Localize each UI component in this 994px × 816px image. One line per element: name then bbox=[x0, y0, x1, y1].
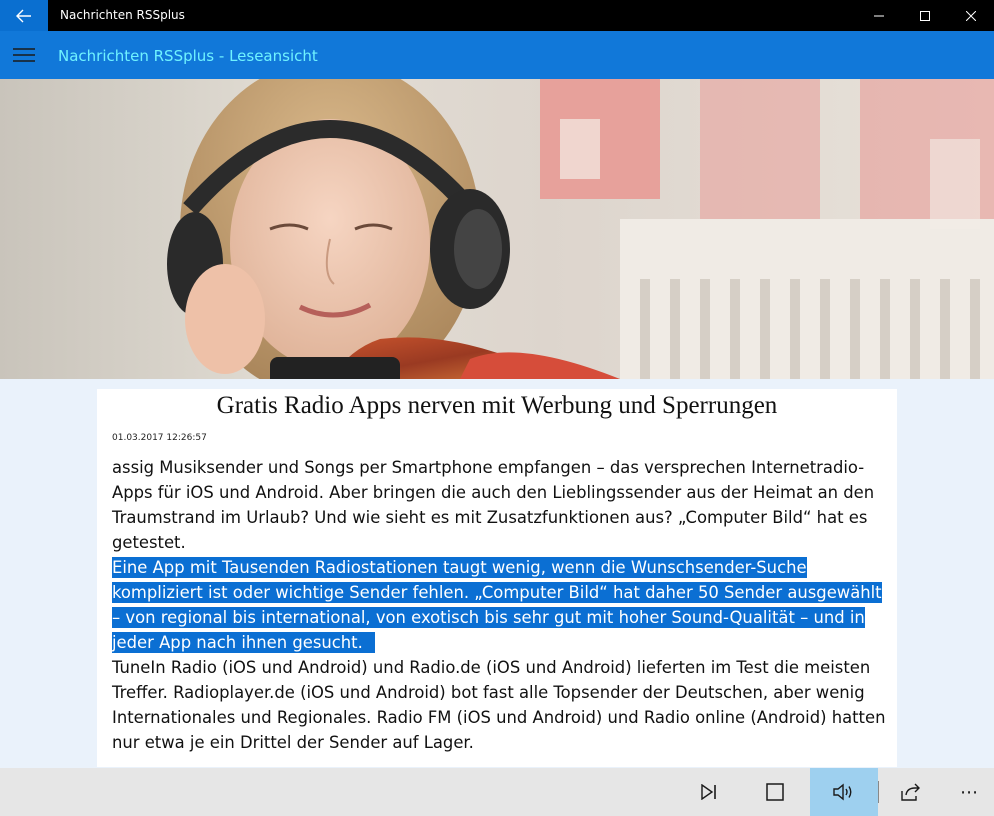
app-header: Nachrichten RSSplus - Leseansicht bbox=[0, 31, 994, 79]
article-date: 01.03.2017 12:26:57 bbox=[112, 433, 207, 443]
hamburger-icon bbox=[13, 48, 35, 62]
share-button[interactable] bbox=[888, 768, 934, 816]
maximize-icon bbox=[920, 10, 930, 21]
article-paragraph-3: TuneIn Radio (iOS und Android) und Radio… bbox=[112, 658, 886, 752]
more-icon: ⋯ bbox=[960, 781, 978, 803]
minimize-button[interactable] bbox=[856, 0, 902, 31]
next-article-button[interactable] bbox=[686, 768, 732, 816]
arrow-left-icon bbox=[16, 9, 31, 22]
article-hero-image bbox=[0, 79, 994, 379]
stop-button[interactable] bbox=[752, 768, 798, 816]
stop-icon bbox=[766, 783, 784, 801]
command-bar-separator bbox=[878, 781, 879, 803]
app-title: Nachrichten RSSplus bbox=[60, 8, 185, 22]
close-button[interactable] bbox=[948, 0, 994, 31]
article-paragraph-selected[interactable]: Eine App mit Tausenden Radiostationen ta… bbox=[112, 557, 882, 653]
share-icon bbox=[901, 783, 920, 801]
article-card: Gratis Radio Apps nerven mit Werbung und… bbox=[97, 389, 897, 767]
maximize-button[interactable] bbox=[902, 0, 948, 31]
page-title: Nachrichten RSSplus - Leseansicht bbox=[58, 47, 318, 65]
skip-next-icon bbox=[701, 784, 716, 800]
minimize-icon bbox=[874, 15, 884, 16]
article-paragraph-1: assig Musiksender und Songs per Smartpho… bbox=[112, 458, 875, 552]
speaker-icon bbox=[833, 783, 852, 801]
read-aloud-button[interactable] bbox=[810, 768, 878, 816]
article-body[interactable]: assig Musiksender und Songs per Smartpho… bbox=[112, 455, 892, 755]
back-button[interactable] bbox=[0, 0, 48, 31]
more-button[interactable]: ⋯ bbox=[946, 768, 992, 816]
menu-button[interactable] bbox=[0, 31, 48, 79]
window-title-bar: Nachrichten RSSplus bbox=[0, 0, 994, 31]
command-bar: ⋯ bbox=[0, 768, 994, 816]
close-icon bbox=[966, 10, 976, 21]
article-title: Gratis Radio Apps nerven mit Werbung und… bbox=[216, 392, 778, 419]
